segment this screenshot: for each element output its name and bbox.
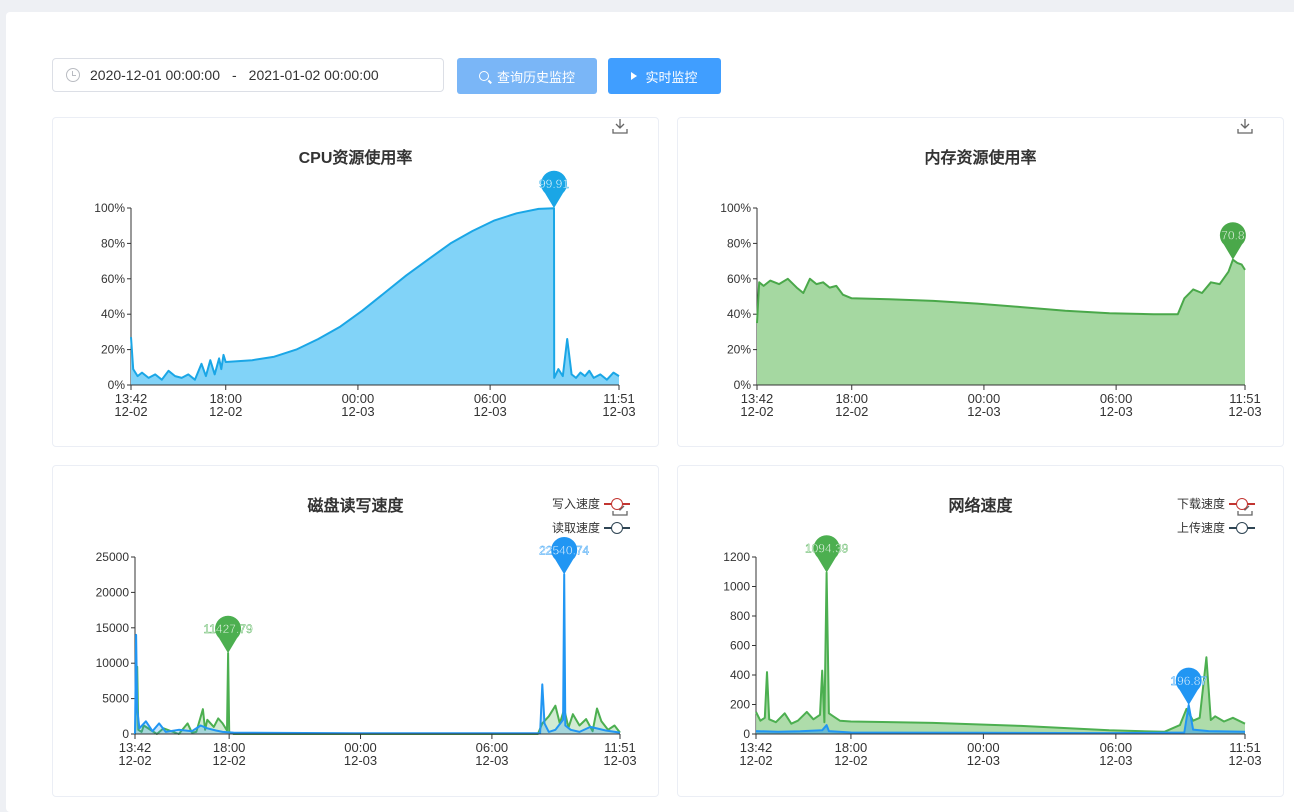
series-area-memory [757,259,1245,385]
y-tick-label: 1000 [723,580,750,594]
y-tick-label: 800 [730,609,750,623]
play-icon [631,72,638,80]
x-tick-date-label: 12-02 [114,404,147,419]
x-tick-date-label: 12-02 [739,753,772,768]
x-tick-date-label: 12-02 [209,404,242,419]
disk-chart-card: 磁盘读写速度 写入速度 读取速度 0 5000 10000 15000 20000 250… [52,465,659,797]
y-tick-label: 60% [101,272,125,286]
network-chart: 02004006008001000120013:4212-0218:0012-0… [723,535,1262,768]
x-tick-date-label: 12-02 [118,753,151,768]
x-tick-date-label: 12-03 [1228,404,1261,419]
y-tick-label: 0 [122,727,129,741]
x-tick-date-label: 12-03 [1099,753,1132,768]
y-tick-label: 400 [730,668,750,682]
x-tick-date-label: 12-02 [740,404,773,419]
query-history-button[interactable]: 查询历史监控 [457,58,597,94]
realtime-monitor-button[interactable]: 实时监控 [608,58,721,94]
y-tick-label: 100% [94,201,125,215]
max-value-label: 1094.39 [805,542,849,556]
y-tick-label: 40% [727,307,751,321]
x-tick-date-label: 12-03 [473,404,506,419]
realtime-monitor-label: 实时监控 [645,69,698,85]
disk-chart: 050001000015000200002500013:4212-0218:00… [96,537,637,768]
x-tick-date-label: 12-02 [834,753,867,768]
y-tick-label: 40% [101,307,125,321]
y-tick-label: 80% [727,236,751,250]
y-tick-label: 80% [101,236,125,250]
y-tick-label: 25000 [96,550,130,564]
cpu-chart: 0%20%40%60%80%100%13:4212-0218:0012-0200… [94,170,636,419]
x-tick-date-label: 12-03 [603,753,636,768]
series-area-cpu [131,208,619,385]
range-end[interactable]: 2021-01-02 00:00:00 [249,67,379,83]
query-history-label: 查询历史监控 [496,69,575,85]
cpu-chart-card: CPU资源使用率 0% 20% 40% 60% 80% 100% 13:42 12-02 18:… [52,117,659,447]
y-tick-label: 0 [743,727,750,741]
memory-chart-card: 内存资源使用率 0% 20% 40% 60% 80% 100% 13:42 12-02 18:0… [677,117,1284,447]
series-area-读取速度 [135,574,620,734]
y-tick-label: 100% [720,201,751,215]
y-tick-label: 60% [727,272,751,286]
y-tick-label: 20% [101,343,125,357]
x-tick-date-label: 12-03 [967,404,1000,419]
memory-chart: 0%20%40%60%80%100%13:4212-0218:0012-0200… [720,201,1261,419]
x-tick-date-label: 12-03 [602,404,635,419]
x-tick-date-label: 12-03 [344,753,377,768]
x-tick-date-label: 12-02 [835,404,868,419]
x-tick-date-label: 12-02 [213,753,246,768]
y-tick-label: 15000 [96,621,130,635]
y-tick-label: 0% [734,378,752,392]
x-tick-date-label: 12-03 [341,404,374,419]
y-tick-label: 5000 [102,692,129,706]
y-tick-label: 0% [108,378,126,392]
x-tick-date-label: 12-03 [1228,753,1261,768]
series-line-下载速度 [755,571,1246,733]
y-tick-label: 200 [730,698,750,712]
y-tick-label: 1200 [723,550,750,564]
network-chart-card: 网络速度 下载速度 上传速度 0 200 400 600 800 1000 1200 13:4… [677,465,1284,797]
date-range-picker[interactable]: 2020-12-01 00:00:00 - 2021-01-02 00:00:0… [52,58,444,92]
x-tick-date-label: 12-03 [475,753,508,768]
max-value-label: 196.87 [1170,674,1207,688]
series-line-读取速度 [134,573,621,735]
y-tick-label: 20% [727,343,751,357]
max-value-label: 22540.74 [539,543,589,557]
max-value-label: 70.8 [1221,229,1245,243]
y-tick-label: 20000 [96,585,130,599]
y-tick-label: 10000 [96,656,130,670]
search-icon [478,71,489,81]
range-start[interactable]: 2020-12-01 00:00:00 [90,67,220,83]
max-value-label: 11427.79 [203,622,252,636]
range-separator: - [232,67,237,83]
y-tick-label: 600 [730,639,750,653]
x-tick-date-label: 12-03 [967,753,1000,768]
clock-icon [66,68,80,82]
x-tick-date-label: 12-03 [1099,404,1132,419]
max-value-label: 99.91 [539,177,569,191]
